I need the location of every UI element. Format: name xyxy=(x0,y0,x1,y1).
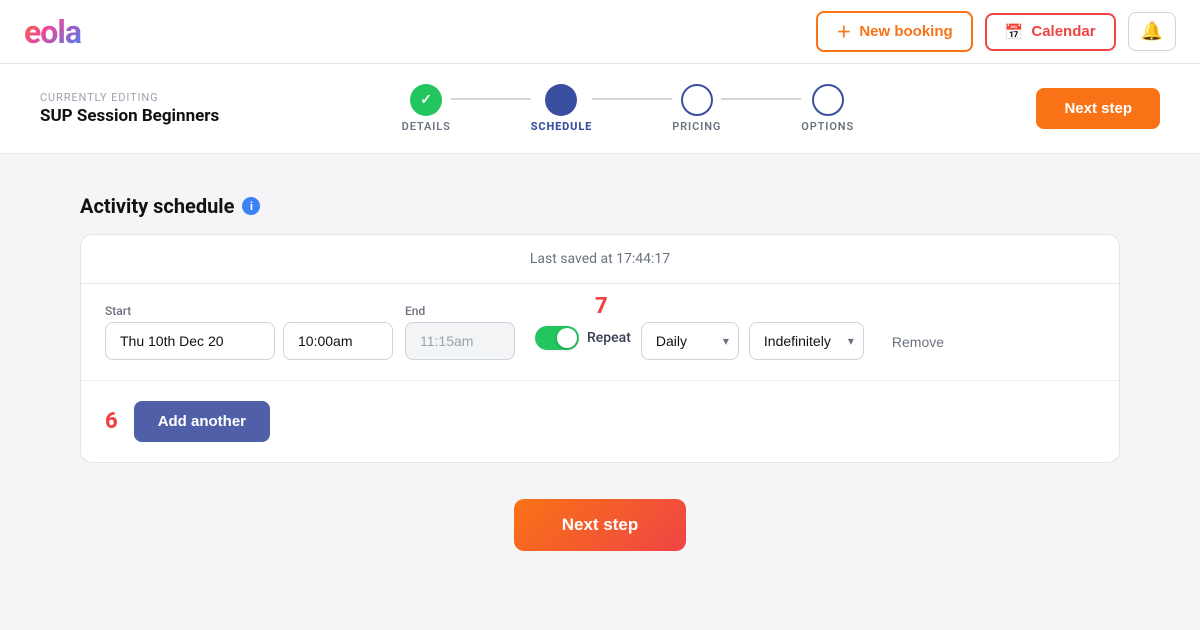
logo: eola xyxy=(24,13,81,51)
next-step-main-button[interactable]: Next step xyxy=(514,499,687,551)
step-details-circle: ✓ xyxy=(410,84,442,116)
main-content: Activity schedule i Last saved at 17:44:… xyxy=(0,154,1200,611)
end-label: End xyxy=(405,304,515,318)
date-input[interactable] xyxy=(105,322,275,360)
remove-button[interactable]: Remove xyxy=(892,334,944,350)
logo-text: eola xyxy=(24,13,81,51)
bell-icon: 🔔 xyxy=(1141,21,1163,42)
step-line-1 xyxy=(451,98,531,100)
step-bar: CURRENTLY EDITING SUP Session Beginners … xyxy=(0,64,1200,154)
add-another-button[interactable]: Add another xyxy=(134,401,270,442)
section-title-text: Activity schedule xyxy=(80,194,234,218)
step6-badge: 6 xyxy=(105,409,118,434)
step-options-label: OPTIONS xyxy=(801,120,854,133)
add-another-section: 6 Add another xyxy=(81,381,1119,462)
calendar-icon: 📅 xyxy=(1005,23,1024,41)
toggle-wrapper: Repeat xyxy=(535,326,631,350)
session-name: SUP Session Beginners xyxy=(40,106,219,126)
end-time-input[interactable] xyxy=(405,322,515,360)
indefinitely-select-wrapper: Indefinitely Until date Count ▾ xyxy=(749,322,864,360)
header: eola ＋ New booking 📅 Calendar 🔔 xyxy=(0,0,1200,64)
new-booking-label: New booking xyxy=(859,23,952,40)
end-field-group: End xyxy=(405,304,515,360)
header-actions: ＋ New booking 📅 Calendar 🔔 xyxy=(816,11,1176,52)
bottom-actions: Next step xyxy=(80,463,1120,571)
step-line-3 xyxy=(721,98,801,100)
indefinitely-select[interactable]: Indefinitely Until date Count xyxy=(749,322,864,360)
step-details[interactable]: ✓ DETAILS xyxy=(402,84,451,133)
step7-badge: 7 xyxy=(595,294,608,319)
last-saved: Last saved at 17:44:17 xyxy=(81,235,1119,284)
editing-label: CURRENTLY EDITING xyxy=(40,91,219,104)
step-pricing-label: PRICING xyxy=(672,120,721,133)
step-schedule-label: SCHEDULE xyxy=(531,120,593,133)
step-schedule[interactable]: SCHEDULE xyxy=(531,84,593,133)
start-time-input[interactable] xyxy=(283,322,393,360)
step-bar-center: ✓ DETAILS SCHEDULE PRICING OPTIONS xyxy=(402,84,854,133)
new-booking-button[interactable]: ＋ New booking xyxy=(816,11,972,52)
start-field-group: Start xyxy=(105,304,393,360)
frequency-select-wrapper: Daily Weekly Monthly ▾ xyxy=(641,322,739,360)
repeat-toggle[interactable] xyxy=(535,326,579,350)
step-pricing-circle xyxy=(681,84,713,116)
repeat-section: Repeat Daily Weekly Monthly ▾ Indefinite… xyxy=(535,322,864,360)
step-line-2 xyxy=(592,98,672,100)
next-step-header-button[interactable]: Next step xyxy=(1036,88,1160,129)
step-pricing[interactable]: PRICING xyxy=(672,84,721,133)
calendar-label: Calendar xyxy=(1031,23,1095,40)
frequency-select[interactable]: Daily Weekly Monthly xyxy=(641,322,739,360)
schedule-row-container: 7 Start End xyxy=(81,284,1119,381)
step-options-circle xyxy=(812,84,844,116)
repeat-label: Repeat xyxy=(587,330,631,346)
start-label: Start xyxy=(105,304,393,318)
step-details-label: DETAILS xyxy=(402,120,451,133)
step-options[interactable]: OPTIONS xyxy=(801,84,854,133)
notification-button[interactable]: 🔔 xyxy=(1128,12,1176,51)
schedule-card: Last saved at 17:44:17 7 Start End xyxy=(80,234,1120,463)
calendar-button[interactable]: 📅 Calendar xyxy=(985,13,1116,51)
section-title-row: Activity schedule i xyxy=(80,194,1120,218)
toggle-knob xyxy=(557,328,577,348)
step-schedule-circle xyxy=(545,84,577,116)
plus-icon: ＋ xyxy=(836,21,851,42)
step-bar-left: CURRENTLY EDITING SUP Session Beginners xyxy=(40,91,219,126)
info-icon[interactable]: i xyxy=(242,197,260,215)
